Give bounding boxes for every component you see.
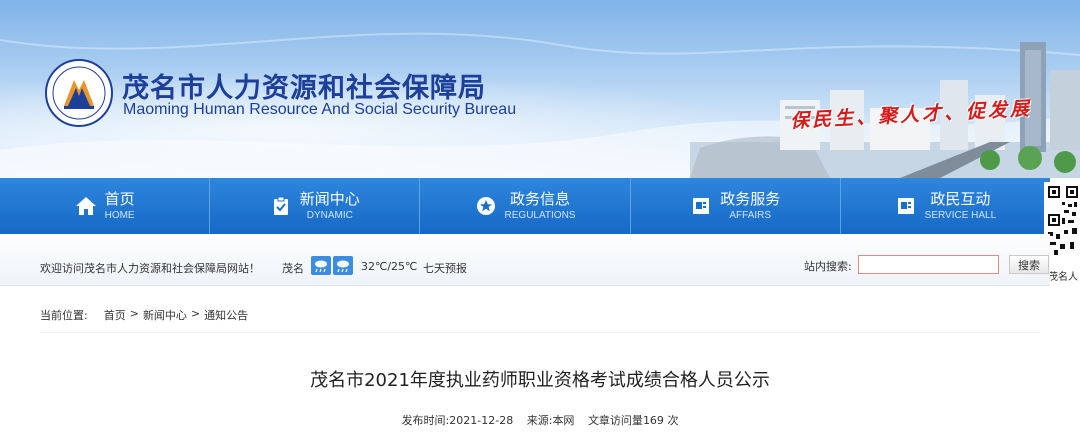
weather-city: 茂名: [282, 262, 304, 275]
article-title: 茂名市2021年度执业药师职业资格考试成绩合格人员公示: [310, 370, 770, 391]
bureau-emblem-icon: [45, 59, 113, 127]
nav-government-info[interactable]: 政务信息 REGULATIONS: [420, 178, 631, 234]
breadcrumb-spacer: [92, 307, 100, 323]
qr-code-icon: [1046, 184, 1080, 260]
views-value: 169: [642, 414, 664, 427]
publish-date-value: 2021-12-28: [449, 414, 514, 427]
nav-news-center[interactable]: 新闻中心 DYNAMIC: [210, 178, 421, 234]
views-label: 文章访问量: [587, 414, 643, 427]
site-subtitle: Maoming Human Resource And Social Securi…: [123, 101, 517, 118]
clipboard-check-icon: [270, 195, 292, 217]
nav-gov-services-label: 政务服务: [720, 190, 781, 209]
document-icon: [690, 195, 712, 217]
nav-home-label: 首页: [104, 190, 135, 209]
welcome-message: 欢迎访问茂名市人力资源和社会保障局网站！: [40, 262, 260, 275]
site-title: 茂名市人力资源和社会保障局: [122, 73, 486, 104]
document-icon: [895, 195, 917, 217]
breadcrumb-item-notices[interactable]: 通知公告: [204, 307, 248, 323]
article-source: 来源:本网: [527, 414, 575, 427]
header-banner: 茂名市人力资源和社会保障局 Maoming Human Resource And…: [0, 0, 1080, 178]
qr-caption: 茂名人: [1048, 272, 1078, 283]
nav-government-services[interactable]: 政务服务 AFFAIRS: [631, 178, 841, 234]
view-count: 文章访问量169 次: [588, 414, 679, 427]
star-circle-icon: [475, 195, 497, 217]
breadcrumb-separator: >: [190, 307, 201, 320]
site-search-label: 站内搜索:: [804, 260, 852, 273]
nav-home[interactable]: 首页 HOME: [0, 178, 211, 234]
article-meta: 发布时间:2021-12-28 来源:本网 文章访问量169 次: [0, 412, 1080, 428]
breadcrumb-prefix: 当前位置:: [40, 309, 88, 322]
nav-gov-services-sublabel: AFFAIRS: [729, 209, 772, 221]
breadcrumb: 当前位置: 首页 > 新闻中心 > 通知公告: [40, 307, 248, 323]
seven-day-forecast-link[interactable]: 七天预报: [423, 260, 467, 276]
nav-news-label: 新闻中心: [299, 190, 360, 209]
publish-date: 发布时间:2021-12-28: [402, 414, 514, 427]
breadcrumb-item-news-center[interactable]: 新闻中心: [143, 307, 187, 323]
publish-label: 发布时间:: [401, 414, 450, 427]
nav-home-sublabel: HOME: [104, 209, 135, 221]
info-bar: 欢迎访问茂名市人力资源和社会保障局网站！ 茂名 32℃/25℃ 七天预报 站内搜…: [0, 234, 1050, 286]
nav-home-text: 首页 HOME: [105, 191, 135, 221]
nav-gov-info-label: 政务信息: [509, 190, 570, 209]
nav-interaction-label: 政民互动: [930, 190, 991, 209]
search-button[interactable]: 搜索: [1009, 255, 1049, 274]
home-icon: [75, 195, 97, 217]
nav-news-text: 新闻中心 DYNAMIC: [300, 191, 360, 221]
views-unit: 次: [667, 414, 679, 427]
source-value: 本网: [552, 414, 575, 427]
nav-news-sublabel: DYNAMIC: [306, 209, 353, 221]
breadcrumb-item-home[interactable]: 首页: [104, 307, 126, 323]
nav-gov-info-text: 政务信息 REGULATIONS: [505, 191, 576, 221]
nav-interaction-sublabel: SERVICE HALL: [924, 209, 997, 221]
divider: [40, 332, 1040, 333]
nav-interaction-text: 政民互动 SERVICE HALL: [925, 191, 997, 221]
nav-gov-info-sublabel: REGULATIONS: [504, 209, 576, 221]
weather-icons: [311, 256, 353, 275]
nav-public-interaction[interactable]: 政民互动 SERVICE HALL: [841, 178, 1050, 234]
site-search-input[interactable]: [858, 255, 999, 274]
nav-gov-services-text: 政务服务 AFFAIRS: [720, 191, 780, 221]
breadcrumb-separator: >: [129, 307, 139, 320]
cloud-rain-icon: [311, 256, 331, 275]
main-navigation: 首页 HOME 新闻中心 DYNAMIC 政务信息 REGULATIONS 政务…: [0, 178, 1050, 234]
cloud-rain-icon: [333, 256, 353, 275]
source-label: 来源:: [526, 414, 553, 427]
weather-temperature: 32℃/25℃: [361, 260, 418, 273]
